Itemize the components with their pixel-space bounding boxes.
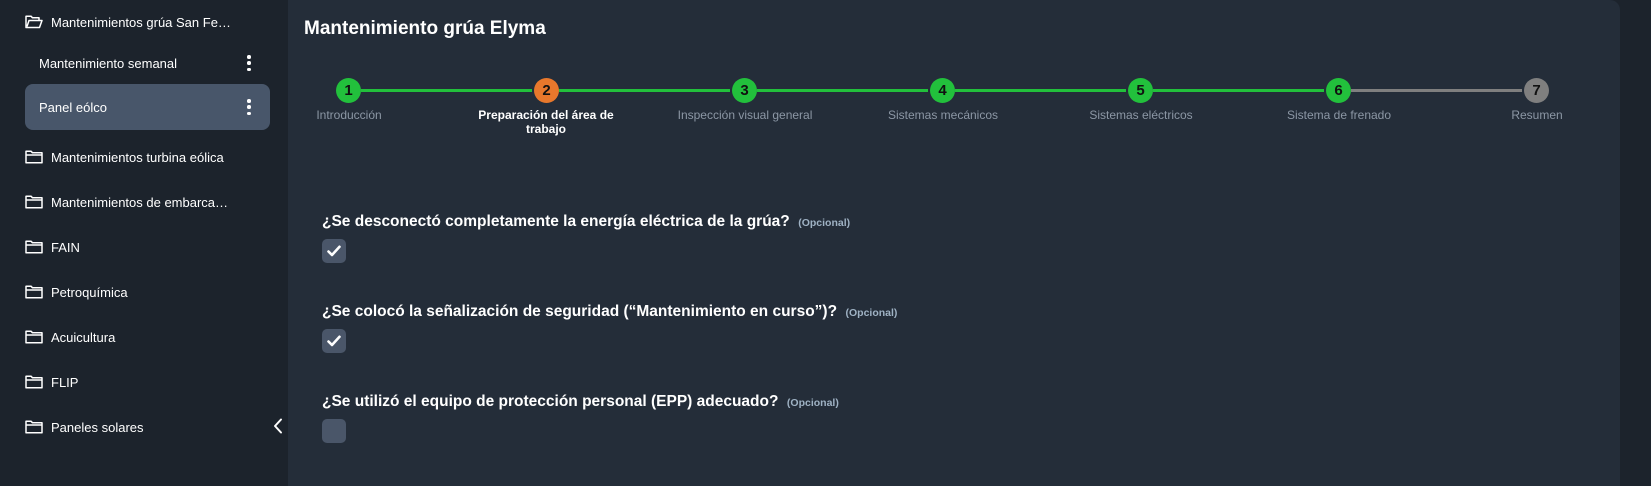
- sidebar-item-label: Mantenimientos de embarca…: [51, 194, 229, 210]
- optional-tag: (Opcional): [845, 307, 898, 319]
- folder-icon: [25, 375, 43, 389]
- folder-icon: [25, 330, 43, 344]
- question-2: ¿Se colocó la señalización de seguridad …: [322, 303, 897, 321]
- step-5-label: Sistemas eléctricos: [1089, 108, 1193, 122]
- sidebar-item-panel-eolco[interactable]: Panel eólco: [25, 84, 270, 130]
- sidebar-item-mantenimiento-semanal[interactable]: Mantenimiento semanal: [25, 40, 270, 86]
- more-options-icon[interactable]: [246, 99, 252, 115]
- step-2-label: Preparación del área de trabajo: [478, 108, 614, 136]
- chevron-left-icon: [274, 418, 282, 434]
- step-7-indicator[interactable]: 7: [1524, 78, 1549, 103]
- step-5-indicator[interactable]: 5: [1128, 78, 1153, 103]
- sidebar-item-label: FLIP: [51, 374, 79, 390]
- step-connector: [1351, 89, 1522, 92]
- folder-icon: [25, 195, 43, 209]
- step-3-indicator[interactable]: 3: [732, 78, 757, 103]
- folder-icon: [25, 240, 43, 254]
- sidebar-item-label: Mantenimientos turbina eólica: [51, 149, 224, 165]
- sidebar-folder-fain[interactable]: FAIN: [25, 225, 270, 269]
- collapse-sidebar-button[interactable]: [268, 414, 288, 438]
- app-window: Mantenimientos grúa San Fe… Mantenimient…: [0, 0, 1651, 486]
- question-1: ¿Se desconectó completamente la energía …: [322, 213, 850, 231]
- step-2-indicator[interactable]: 2: [534, 78, 559, 103]
- question-text: ¿Se colocó la señalización de seguridad …: [322, 303, 838, 320]
- sidebar-item-label: Panel eólco: [39, 99, 107, 115]
- sidebar: Mantenimientos grúa San Fe… Mantenimient…: [0, 0, 288, 486]
- step-connector: [1153, 89, 1324, 92]
- step-7-label: Resumen: [1511, 108, 1563, 122]
- folder-icon: [25, 285, 43, 299]
- main-panel: Mantenimiento grúa Elyma 1 2 3 4 5 6 7 I…: [288, 0, 1620, 486]
- optional-tag: (Opcional): [798, 217, 851, 229]
- sidebar-folder-turbina-eolica[interactable]: Mantenimientos turbina eólica: [25, 135, 270, 179]
- sidebar-folder-paneles-solares[interactable]: Paneles solares: [25, 405, 270, 449]
- step-connector: [361, 89, 532, 92]
- step-6-indicator[interactable]: 6: [1326, 78, 1351, 103]
- step-6-label: Sistema de frenado: [1286, 108, 1392, 122]
- step-3-label: Inspección visual general: [677, 108, 813, 122]
- question-2-checkbox[interactable]: [322, 329, 346, 353]
- checkmark-icon: [327, 245, 341, 257]
- sidebar-item-label: Acuicultura: [51, 329, 116, 345]
- step-connector: [757, 89, 928, 92]
- sidebar-folder-grua-san-fe[interactable]: Mantenimientos grúa San Fe…: [25, 0, 270, 44]
- folder-icon: [25, 150, 43, 164]
- question-3-checkbox[interactable]: [322, 419, 346, 443]
- step-1-label: Introducción: [316, 108, 382, 122]
- folder-open-icon: [25, 15, 43, 29]
- step-1-indicator[interactable]: 1: [336, 78, 361, 103]
- sidebar-item-label: Petroquímica: [51, 284, 128, 300]
- sidebar-folder-flip[interactable]: FLIP: [25, 360, 270, 404]
- question-text: ¿Se desconectó completamente la energía …: [322, 213, 790, 230]
- optional-tag: (Opcional): [786, 397, 839, 409]
- sidebar-folder-acuicultura[interactable]: Acuicultura: [25, 315, 270, 359]
- question-3: ¿Se utilizó el equipo de protección pers…: [322, 393, 839, 411]
- sidebar-folder-embarcaciones[interactable]: Mantenimientos de embarca…: [25, 180, 270, 224]
- question-1-checkbox[interactable]: [322, 239, 346, 263]
- more-options-icon[interactable]: [246, 55, 252, 71]
- page-title: Mantenimiento grúa Elyma: [304, 18, 546, 39]
- step-connector: [559, 89, 730, 92]
- step-connector: [955, 89, 1126, 92]
- sidebar-item-label: Mantenimiento semanal: [39, 55, 178, 71]
- sidebar-folder-petroquimica[interactable]: Petroquímica: [25, 270, 270, 314]
- step-4-indicator[interactable]: 4: [930, 78, 955, 103]
- sidebar-item-label: Mantenimientos grúa San Fe…: [51, 14, 231, 30]
- question-text: ¿Se utilizó el equipo de protección pers…: [322, 393, 779, 410]
- step-4-label: Sistemas mecánicos: [887, 108, 999, 122]
- sidebar-item-label: Paneles solares: [51, 419, 144, 435]
- stepper: 1 2 3 4 5 6 7 Introducción Preparación d…: [288, 76, 1620, 156]
- folder-icon: [25, 420, 43, 434]
- checkmark-icon: [327, 335, 341, 347]
- sidebar-item-label: FAIN: [51, 239, 80, 255]
